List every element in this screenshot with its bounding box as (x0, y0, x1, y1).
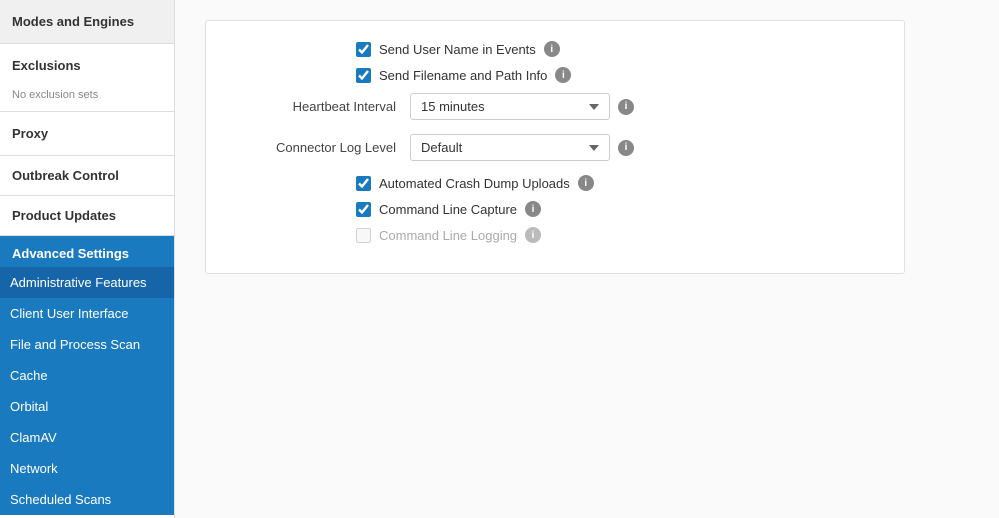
command-line-logging-label: Command Line Logging i (356, 227, 541, 243)
command-line-capture-text: Command Line Capture (379, 202, 517, 217)
send-user-name-checkbox[interactable] (356, 42, 371, 57)
heartbeat-interval-wrapper: 5 minutes 10 minutes 15 minutes 30 minut… (410, 93, 634, 120)
command-line-logging-checkbox[interactable] (356, 228, 371, 243)
crash-dump-text: Automated Crash Dump Uploads (379, 176, 570, 191)
sidebar-item-network[interactable]: Network (0, 453, 174, 484)
command-line-capture-label: Command Line Capture i (356, 201, 541, 217)
sidebar-section-modes: Modes and Engines (0, 0, 174, 44)
app-container: Modes and Engines Exclusions No exclusio… (0, 0, 999, 518)
heartbeat-interval-label: Heartbeat Interval (236, 99, 396, 114)
send-filename-info-icon[interactable]: i (555, 67, 571, 83)
sidebar-item-proxy[interactable]: Proxy (0, 112, 174, 155)
send-user-name-info-icon[interactable]: i (544, 41, 560, 57)
crash-dump-info-icon[interactable]: i (578, 175, 594, 191)
sidebar-item-scheduled-scans[interactable]: Scheduled Scans (0, 484, 174, 515)
send-user-name-row: Send User Name in Events i (356, 41, 874, 57)
heartbeat-interval-info-icon[interactable]: i (618, 99, 634, 115)
exclusions-subtitle: No exclusion sets (0, 87, 174, 111)
sidebar-item-exclusions[interactable]: Exclusions (0, 44, 174, 87)
command-line-capture-info-icon[interactable]: i (525, 201, 541, 217)
sidebar: Modes and Engines Exclusions No exclusio… (0, 0, 175, 518)
sidebar-item-orbital[interactable]: Orbital (0, 391, 174, 422)
crash-dump-row: Automated Crash Dump Uploads i (356, 175, 874, 191)
connector-log-level-select[interactable]: Default Debug Trace (410, 134, 610, 161)
crash-dump-label: Automated Crash Dump Uploads i (356, 175, 594, 191)
send-filename-text: Send Filename and Path Info (379, 68, 547, 83)
sidebar-item-modes-and-engines[interactable]: Modes and Engines (0, 0, 174, 43)
sidebar-item-outbreak-control[interactable]: Outbreak Control (0, 156, 174, 196)
connector-log-level-wrapper: Default Debug Trace i (410, 134, 634, 161)
crash-dump-checkbox[interactable] (356, 176, 371, 191)
connector-log-level-row: Connector Log Level Default Debug Trace … (236, 134, 874, 161)
send-user-name-label: Send User Name in Events i (356, 41, 560, 57)
main-content: Send User Name in Events i Send Filename… (175, 0, 999, 518)
sidebar-header-advanced-settings: Advanced Settings (0, 236, 174, 267)
heartbeat-interval-row: Heartbeat Interval 5 minutes 10 minutes … (236, 93, 874, 120)
command-line-logging-text: Command Line Logging (379, 228, 517, 243)
connector-log-level-label: Connector Log Level (236, 140, 396, 155)
sidebar-item-product-updates[interactable]: Product Updates (0, 196, 174, 236)
form-section: Send User Name in Events i Send Filename… (205, 20, 905, 274)
send-user-name-text: Send User Name in Events (379, 42, 536, 57)
send-filename-label: Send Filename and Path Info i (356, 67, 571, 83)
command-line-capture-row: Command Line Capture i (356, 201, 874, 217)
send-filename-row: Send Filename and Path Info i (356, 67, 874, 83)
sidebar-item-client-user-interface[interactable]: Client User Interface (0, 298, 174, 329)
send-filename-checkbox[interactable] (356, 68, 371, 83)
command-line-capture-checkbox[interactable] (356, 202, 371, 217)
sidebar-section-advanced: Advanced Settings Administrative Feature… (0, 236, 174, 515)
sidebar-section-proxy: Proxy (0, 112, 174, 156)
sidebar-item-cache[interactable]: Cache (0, 360, 174, 391)
sidebar-item-clamav[interactable]: ClamAV (0, 422, 174, 453)
command-line-logging-row: Command Line Logging i (356, 227, 874, 243)
sidebar-item-file-and-process-scan[interactable]: File and Process Scan (0, 329, 174, 360)
sidebar-section-exclusions: Exclusions No exclusion sets (0, 44, 174, 112)
connector-log-level-info-icon[interactable]: i (618, 140, 634, 156)
command-line-logging-info-icon[interactable]: i (525, 227, 541, 243)
sidebar-item-administrative-features[interactable]: Administrative Features (0, 267, 174, 298)
heartbeat-interval-select[interactable]: 5 minutes 10 minutes 15 minutes 30 minut… (410, 93, 610, 120)
